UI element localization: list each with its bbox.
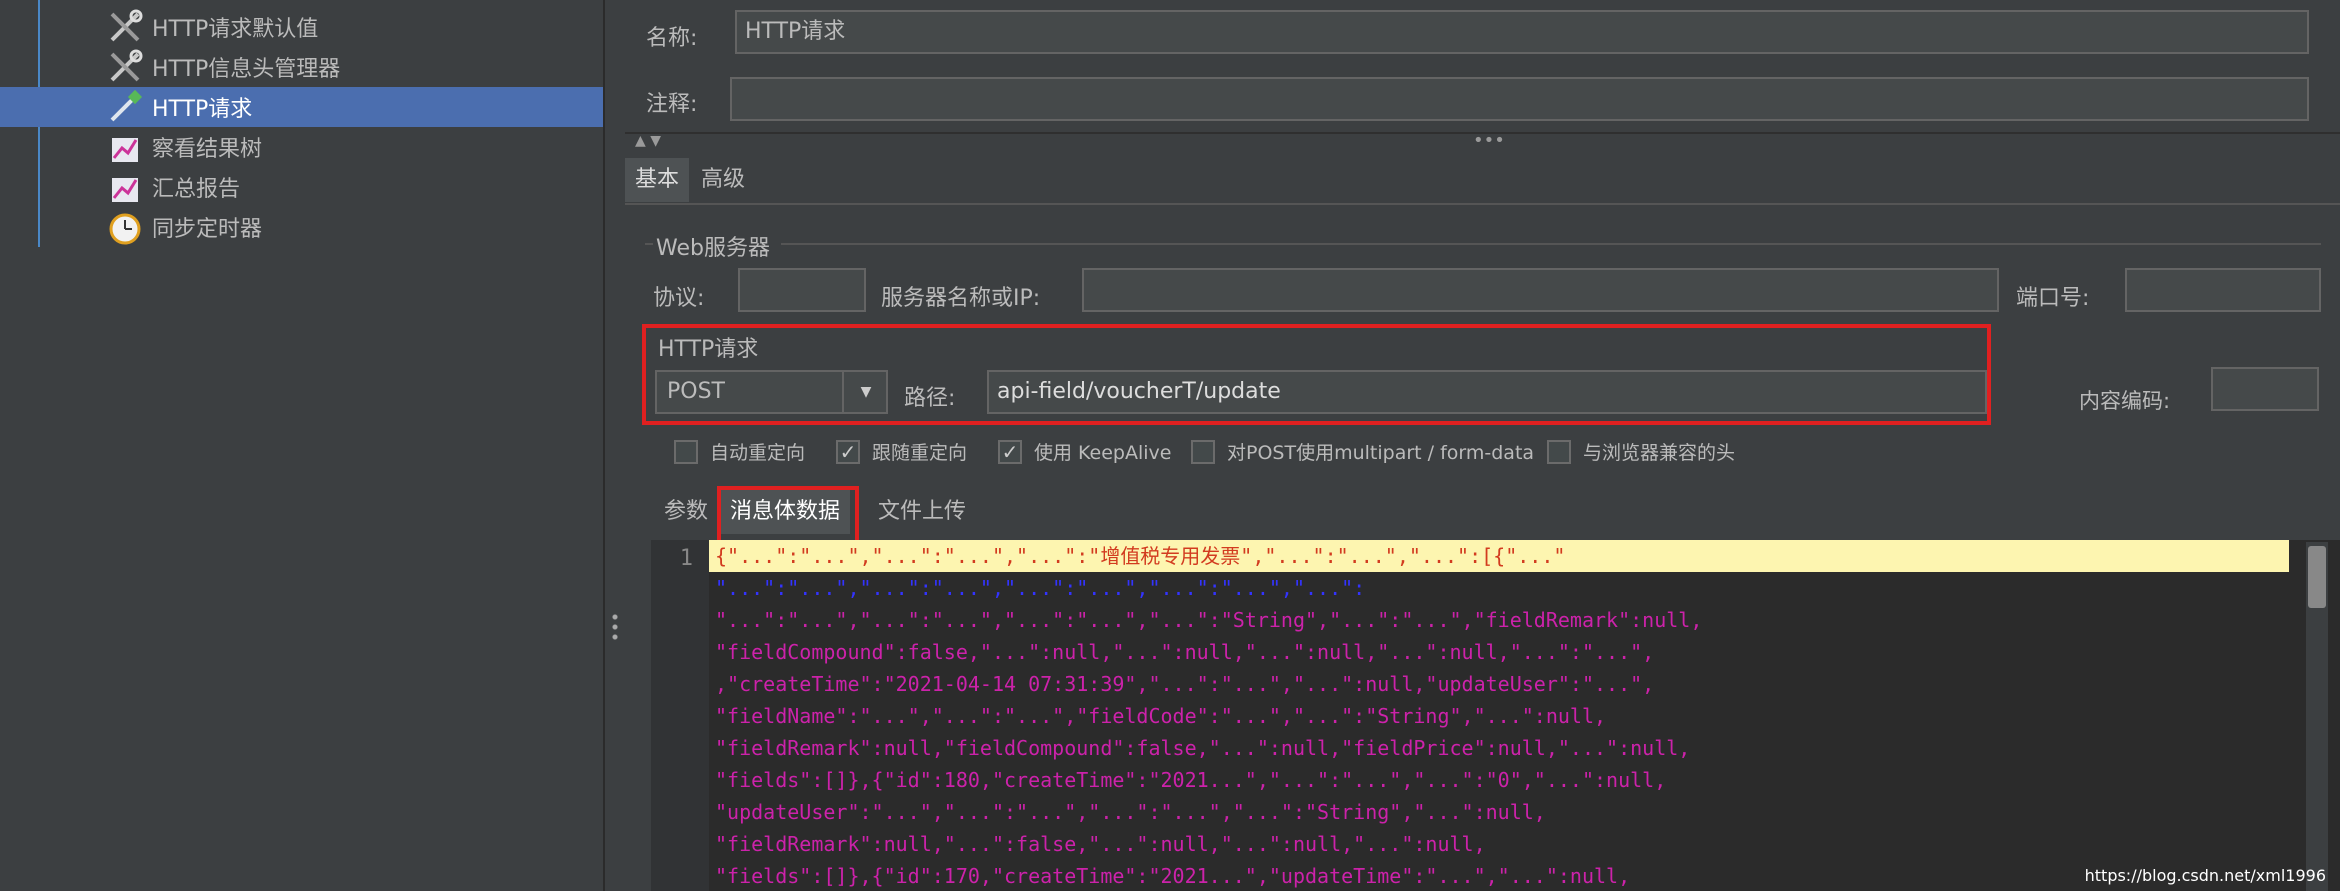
name-field[interactable]: HTTP请求 [735,10,2309,54]
web-server-section-title: Web服务器 [656,236,770,261]
auto-redirect-checkbox[interactable]: 自动重定向 [674,438,805,465]
follow-redirect-checkbox[interactable]: ✓ 跟随重定向 [836,438,967,465]
browser-headers-checkbox[interactable]: 与浏览器兼容的头 [1547,438,1735,465]
code-line: "...":"...","...":"...","...":"...","...… [715,608,1703,632]
http-request-highlight-box [642,324,1991,425]
split-pane-divider[interactable] [603,0,625,891]
code-line: "fields":[]},{"id":170,"createTime":"202… [715,864,1631,888]
code-line: "fieldName":"...","...":"...","fieldCode… [715,704,1607,728]
comment-field[interactable] [730,77,2309,121]
checkbox-box[interactable] [1547,439,1571,464]
tree-item-label: 同步定时器 [152,217,263,242]
tree-item-label: 汇总报告 [152,177,241,202]
editor-vertical-scrollbar[interactable] [2306,542,2328,891]
checkbox-label: 对POST使用multipart / form-data [1227,442,1535,464]
test-plan-tree: HTTP请求默认值 HTTP信息头管理器 HTTP请求 察看结果树 汇总报告 同… [0,0,603,891]
keepalive-checkbox[interactable]: ✓ 使用 KeepAlive [998,438,1171,465]
protocol-field[interactable] [738,268,866,312]
tree-item-label: HTTP请求 [152,97,253,122]
tab-underline [625,203,2340,205]
body-data-editor[interactable]: 1 {"...":"...","...":"...","...":"增值税专用发… [651,540,2340,891]
checkmark-icon[interactable]: ✓ [998,439,1022,464]
name-label: 名称: [646,26,698,51]
protocol-label: 协议: [653,286,705,311]
line-number-gutter: 1 [651,540,709,891]
code-line: {"...":"...","...":"...","...":"增值税专用发票"… [709,540,2289,572]
tree-item-label: HTTP信息头管理器 [152,57,341,82]
tab-file-upload[interactable]: 文件上传 [868,490,976,534]
tree-item-header-manager[interactable]: HTTP信息头管理器 [0,47,603,87]
wrench-icon [110,49,143,82]
tab-basic[interactable]: 基本 [625,158,690,202]
tree-item-label: HTTP请求默认值 [152,17,319,42]
chart-icon [112,138,138,162]
line-number: 1 [679,546,693,571]
port-field[interactable] [2125,268,2321,312]
code-line: "fieldRemark":null,"fieldCompound":false… [715,736,1691,760]
port-label: 端口号: [2016,286,2090,311]
pipette-icon [110,89,143,122]
server-label: 服务器名称或IP: [881,286,1041,311]
tree-item-sync-timer[interactable]: 同步定时器 [0,207,603,247]
code-line: "fieldCompound":false,"...":null,"...":n… [715,640,1655,664]
group-border [645,243,653,245]
wrench-icon [110,9,143,42]
checkbox-label: 跟随重定向 [872,442,968,464]
server-field[interactable] [1082,268,1999,312]
tree-item-label: 察看结果树 [152,137,263,162]
drag-handle-icon[interactable] [612,612,618,642]
checkbox-label: 使用 KeepAlive [1034,442,1172,464]
collapse-arrows-icon[interactable]: ▲ ▼ [635,133,661,149]
group-border [781,243,2321,245]
checkbox-box[interactable] [674,439,698,464]
tree-item-summary-report[interactable]: 汇总报告 [0,167,603,207]
clock-icon [109,213,141,245]
tab-advanced[interactable]: 高级 [691,158,755,202]
scrollbar-thumb[interactable] [2308,546,2326,608]
code-area[interactable]: {"...":"...","...":"...","...":"增值税专用发票"… [709,540,2289,891]
comment-label: 注释: [646,92,698,117]
tree-item-http-request[interactable]: HTTP请求 [0,87,603,127]
encoding-label: 内容编码: [2079,389,2171,413]
multipart-checkbox[interactable]: 对POST使用multipart / form-data [1191,438,1534,465]
chart-icon [112,178,138,202]
checkmark-icon[interactable]: ✓ [836,439,860,464]
code-line: ,"createTime":"2021-04-14 07:31:39","...… [715,672,1655,696]
tree-item-view-results-tree[interactable]: 察看结果树 [0,127,603,167]
tab-parameters[interactable]: 参数 [654,490,718,534]
code-line: "updateUser":"...","...":"...","...":"..… [715,800,1546,824]
checkbox-box[interactable] [1191,439,1215,464]
code-line: "...":"...","...":"...","...":"...","...… [715,576,1366,600]
body-data-highlight-box [717,486,859,544]
checkbox-label: 自动重定向 [710,442,806,464]
tree-item-http-defaults[interactable]: HTTP请求默认值 [0,7,603,47]
watermark-text: https://blog.csdn.net/xml1996 [2084,866,2326,885]
encoding-field[interactable] [2211,367,2319,411]
code-line: "fieldRemark":null,"...":false,"...":nul… [715,832,1486,856]
checkbox-label: 与浏览器兼容的头 [1583,442,1736,464]
resize-handle-icon[interactable]: ••• [1473,130,1505,151]
code-line: "fields":[]},{"id":180,"createTime":"202… [715,768,1667,792]
